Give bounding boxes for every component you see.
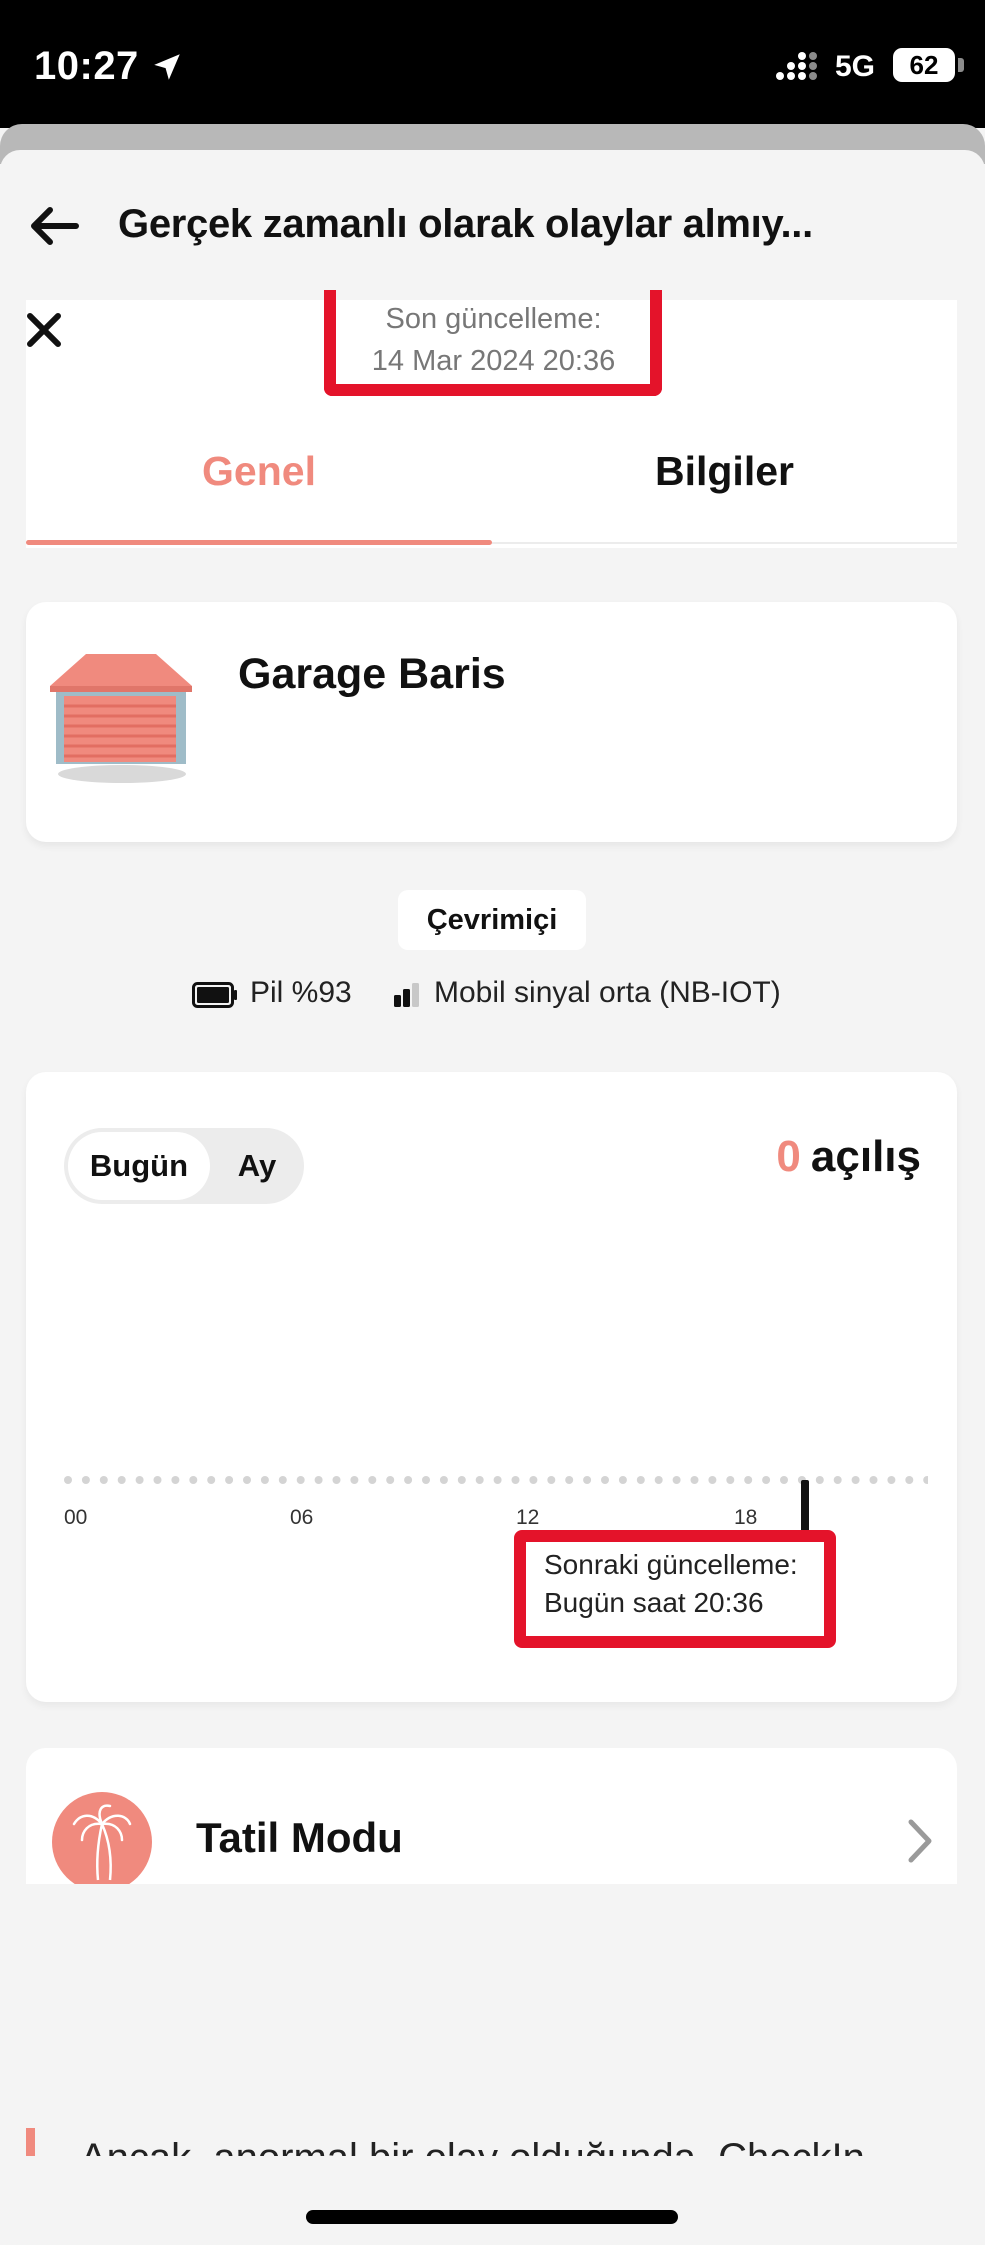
tab-genel[interactable]: Genel <box>26 448 492 495</box>
status-badge: Çevrimiçi <box>398 890 586 950</box>
timeline-dot <box>314 1476 323 1484</box>
timeline-dot <box>332 1476 341 1484</box>
timeline-dot <box>243 1476 251 1484</box>
timeline-dot <box>905 1476 914 1484</box>
timeline-dot <box>278 1476 287 1484</box>
garage-icon <box>50 654 192 783</box>
period-toggle: Bugün Ay <box>64 1128 304 1204</box>
tick-06: 06 <box>290 1506 314 1529</box>
timeline-dot <box>708 1476 717 1484</box>
battery-tip <box>958 58 964 72</box>
timeline-dot <box>457 1476 466 1484</box>
timeline-dot <box>439 1476 448 1484</box>
tick-00: 00 <box>64 1506 88 1529</box>
timeline-dot <box>493 1476 502 1484</box>
status-time: 10:27 <box>34 44 139 88</box>
timeline-dot <box>833 1476 842 1484</box>
timeline-dots <box>64 1476 928 1484</box>
location-arrow-icon <box>154 54 180 80</box>
timeline-dot <box>654 1476 663 1484</box>
timeline-dot <box>887 1476 896 1484</box>
timeline-dot <box>296 1476 305 1484</box>
timeline-dot <box>225 1476 234 1484</box>
open-count-value: 0 <box>776 1132 801 1181</box>
page-title: Gerçek zamanlı olarak olaylar almıy... <box>118 202 813 246</box>
timeline-dot <box>350 1476 359 1484</box>
timeline-dot <box>368 1476 377 1484</box>
cellular-signal-icon <box>776 52 817 80</box>
timeline-dot <box>99 1476 108 1484</box>
timeline-dot <box>260 1476 269 1484</box>
tab-bilgiler[interactable]: Bilgiler <box>492 448 957 495</box>
timeline-dot <box>81 1476 90 1484</box>
timeline-dot <box>636 1476 645 1484</box>
next-update-value: Bugün saat 20:36 <box>544 1587 764 1618</box>
tick-12: 12 <box>516 1506 540 1529</box>
signal-strength-icon <box>394 983 419 1007</box>
timeline-dot <box>583 1476 592 1484</box>
timeline-dot <box>618 1476 627 1484</box>
battery-level: Pil %93 <box>250 976 352 1009</box>
detail-panel: Son güncelleme: 14 Mar 2024 20:36 Genel … <box>26 290 957 548</box>
palm-tree-icon <box>52 1792 152 1884</box>
close-icon[interactable] <box>26 308 64 352</box>
tab-divider <box>492 542 957 544</box>
timeline-dot <box>690 1476 699 1484</box>
timeline-dot <box>386 1476 395 1484</box>
tick-18: 18 <box>734 1506 758 1529</box>
bottom-text-container: Ancak, anormal bir olay olduğunda, Check… <box>0 2128 985 2156</box>
timeline-dot <box>726 1476 735 1484</box>
timeline-dot <box>64 1476 72 1484</box>
toggle-month[interactable]: Ay <box>214 1132 300 1200</box>
timeline-dot <box>815 1476 824 1484</box>
signal-status: Mobil sinyal orta (NB-IOT) <box>434 976 781 1009</box>
timeline-dot <box>762 1476 771 1484</box>
timeline-dot <box>153 1476 162 1484</box>
active-tab-indicator <box>26 540 492 545</box>
status-bar: 10:27 5G 62 <box>0 0 985 128</box>
next-update-label: Sonraki güncelleme: <box>544 1549 798 1580</box>
timeline-dot <box>475 1476 484 1484</box>
activity-card: Bugün Ay 0 açılış 00 06 12 18 Sonraki gün… <box>26 1072 957 1702</box>
timeline-dot <box>565 1476 574 1484</box>
next-update: Sonraki güncelleme: Bugün saat 20:36 <box>544 1546 798 1622</box>
device-card[interactable]: Garage Baris <box>26 602 957 842</box>
timeline-dot <box>780 1476 788 1484</box>
timeline-dot <box>672 1476 681 1484</box>
timeline-dot <box>422 1476 430 1484</box>
toggle-today[interactable]: Bugün <box>68 1132 210 1200</box>
home-indicator[interactable] <box>306 2210 678 2224</box>
timeline-dot <box>601 1476 609 1484</box>
network-type: 5G <box>835 50 876 83</box>
timeline-dot <box>404 1476 413 1484</box>
timeline-dot <box>207 1476 216 1484</box>
timeline-dot <box>171 1476 180 1484</box>
timeline-dot <box>529 1476 538 1484</box>
battery-icon <box>192 982 237 1008</box>
device-name: Garage Baris <box>238 650 506 698</box>
timeline-dot <box>547 1476 556 1484</box>
holiday-mode-label: Tatil Modu <box>196 1814 403 1861</box>
info-text: Ancak, anormal bir olay olduğunda, Check… <box>80 2136 865 2156</box>
last-update-label: Son güncelleme: <box>385 303 602 335</box>
open-count: 0 açılış <box>776 1132 921 1182</box>
timeline-dot <box>869 1476 878 1484</box>
open-count-label: açılış <box>810 1132 921 1181</box>
header: Gerçek zamanlı olarak olaylar almıy... <box>0 180 985 272</box>
timeline-dot <box>189 1476 198 1484</box>
timeline-dot <box>135 1476 144 1484</box>
last-update-value: 14 Mar 2024 20:36 <box>371 345 616 377</box>
timeline-dot <box>117 1476 126 1484</box>
timeline-dot <box>511 1476 520 1484</box>
timeline-dot <box>744 1476 753 1484</box>
back-arrow-icon[interactable] <box>26 204 80 248</box>
timeline-dot <box>923 1476 928 1484</box>
timeline-dot <box>851 1476 860 1484</box>
last-update: Son güncelleme: 14 Mar 2024 20:36 <box>326 298 661 382</box>
battery-indicator: 62 <box>893 48 955 82</box>
chevron-right-icon <box>908 1819 932 1863</box>
holiday-mode-row[interactable]: Tatil Modu <box>26 1748 957 1884</box>
